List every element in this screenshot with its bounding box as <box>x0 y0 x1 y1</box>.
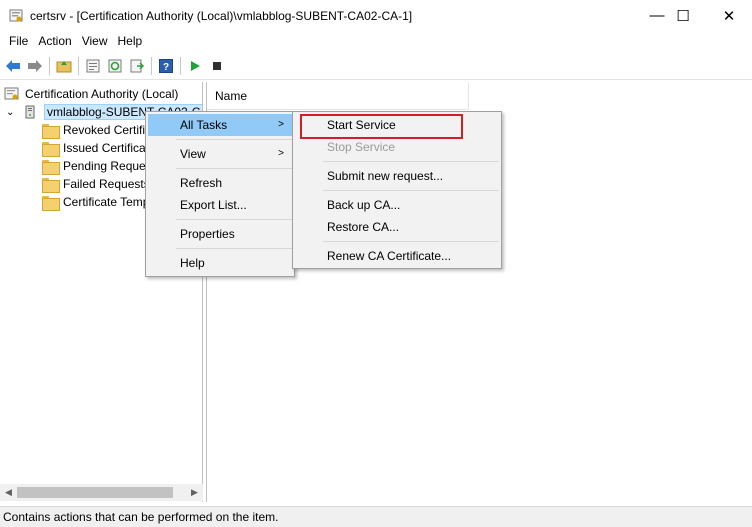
menu-separator <box>323 190 499 191</box>
help-icon[interactable]: ? <box>155 55 177 77</box>
menu-item-label: Submit new request... <box>327 169 444 183</box>
forward-icon[interactable] <box>24 55 46 77</box>
start-service-icon[interactable] <box>184 55 206 77</box>
column-header-name[interactable]: Name <box>207 82 469 110</box>
submenu-arrow-icon: > <box>278 148 284 159</box>
toolbar-separator <box>151 57 152 75</box>
menu-item-label: All Tasks <box>180 118 228 132</box>
maximize-button[interactable]: ☐ <box>660 0 706 31</box>
chevron-down-icon[interactable]: ⌄ <box>6 107 18 118</box>
up-folder-icon[interactable] <box>53 55 75 77</box>
folder-icon <box>42 195 60 211</box>
tree-root-label: Certification Authority (Local) <box>25 87 179 101</box>
submenu-item-back-up-ca[interactable]: Back up CA... <box>295 194 499 216</box>
toolbar-separator <box>180 57 181 75</box>
menu-view[interactable]: View <box>77 31 113 52</box>
column-header-label: Name <box>215 88 248 103</box>
window-title: certsrv - [Certification Authority (Loca… <box>30 8 413 23</box>
menu-separator <box>323 161 499 162</box>
menu-item-label: Properties <box>180 227 235 241</box>
submenu-item-submit-request[interactable]: Submit new request... <box>295 165 499 187</box>
folder-icon <box>42 141 60 157</box>
tree-item-issued[interactable]: Issued Certificates <box>42 139 162 157</box>
menu-item-help[interactable]: Help <box>148 252 292 274</box>
refresh-icon[interactable] <box>104 55 126 77</box>
title-bar: certsrv - [Certification Authority (Loca… <box>0 0 752 31</box>
tree-item-pending[interactable]: Pending Requests <box>42 157 161 175</box>
server-icon <box>23 105 39 119</box>
submenu-arrow-icon: > <box>278 119 284 130</box>
menu-item-view[interactable]: View > <box>148 143 292 165</box>
menu-item-label: View <box>180 147 206 161</box>
toolbar-separator <box>49 57 50 75</box>
certificate-authority-icon <box>4 87 20 101</box>
menu-item-label: Refresh <box>180 176 223 190</box>
menu-item-all-tasks[interactable]: All Tasks > <box>148 114 292 136</box>
menu-item-export-list[interactable]: Export List... <box>148 194 292 216</box>
highlight-callout <box>300 114 463 139</box>
folder-icon <box>42 123 60 139</box>
export-list-icon[interactable] <box>126 55 148 77</box>
menu-item-label: Export List... <box>180 198 247 212</box>
menu-item-label: Restore CA... <box>327 220 400 234</box>
svg-text:?: ? <box>163 62 169 73</box>
scroll-left-icon[interactable]: ◀ <box>0 484 17 501</box>
submenu-item-stop-service: Stop Service <box>295 136 499 158</box>
properties-icon[interactable] <box>82 55 104 77</box>
folder-icon <box>42 177 60 193</box>
menu-item-label: Stop Service <box>327 140 396 154</box>
menu-separator <box>176 248 292 249</box>
menu-bar: File Action View Help <box>0 31 752 52</box>
menu-file[interactable]: File <box>4 31 33 52</box>
menu-separator <box>176 219 292 220</box>
menu-action[interactable]: Action <box>33 31 76 52</box>
tree-item-failed[interactable]: Failed Requests <box>42 175 150 193</box>
status-text: Contains actions that can be performed o… <box>3 510 279 524</box>
scrollbar-thumb[interactable] <box>17 487 173 498</box>
scroll-right-icon[interactable]: ▶ <box>186 484 203 501</box>
menu-item-refresh[interactable]: Refresh <box>148 172 292 194</box>
tree-item-label: Failed Requests <box>63 177 150 191</box>
menu-item-label: Help <box>180 256 205 270</box>
context-menu: All Tasks > View > Refresh Export List..… <box>145 111 295 277</box>
stop-service-icon[interactable] <box>206 55 228 77</box>
menu-help[interactable]: Help <box>113 31 148 52</box>
toolbar: ? <box>0 53 752 80</box>
close-button[interactable]: ✕ <box>706 0 752 31</box>
menu-separator <box>323 241 499 242</box>
back-icon[interactable] <box>2 55 24 77</box>
status-bar: Contains actions that can be performed o… <box>0 506 752 527</box>
tree-horizontal-scrollbar[interactable]: ◀ ▶ <box>0 484 203 501</box>
menu-item-label: Renew CA Certificate... <box>327 249 452 263</box>
tree-root[interactable]: Certification Authority (Local) <box>4 85 178 103</box>
certsrv-app-icon <box>8 8 24 24</box>
menu-item-properties[interactable]: Properties <box>148 223 292 245</box>
menu-item-label: Back up CA... <box>327 198 401 212</box>
folder-icon <box>42 159 60 175</box>
submenu-item-restore-ca[interactable]: Restore CA... <box>295 216 499 238</box>
menu-separator <box>176 168 292 169</box>
toolbar-separator <box>78 57 79 75</box>
menu-separator <box>176 139 292 140</box>
submenu-item-renew-ca-certificate[interactable]: Renew CA Certificate... <box>295 245 499 267</box>
